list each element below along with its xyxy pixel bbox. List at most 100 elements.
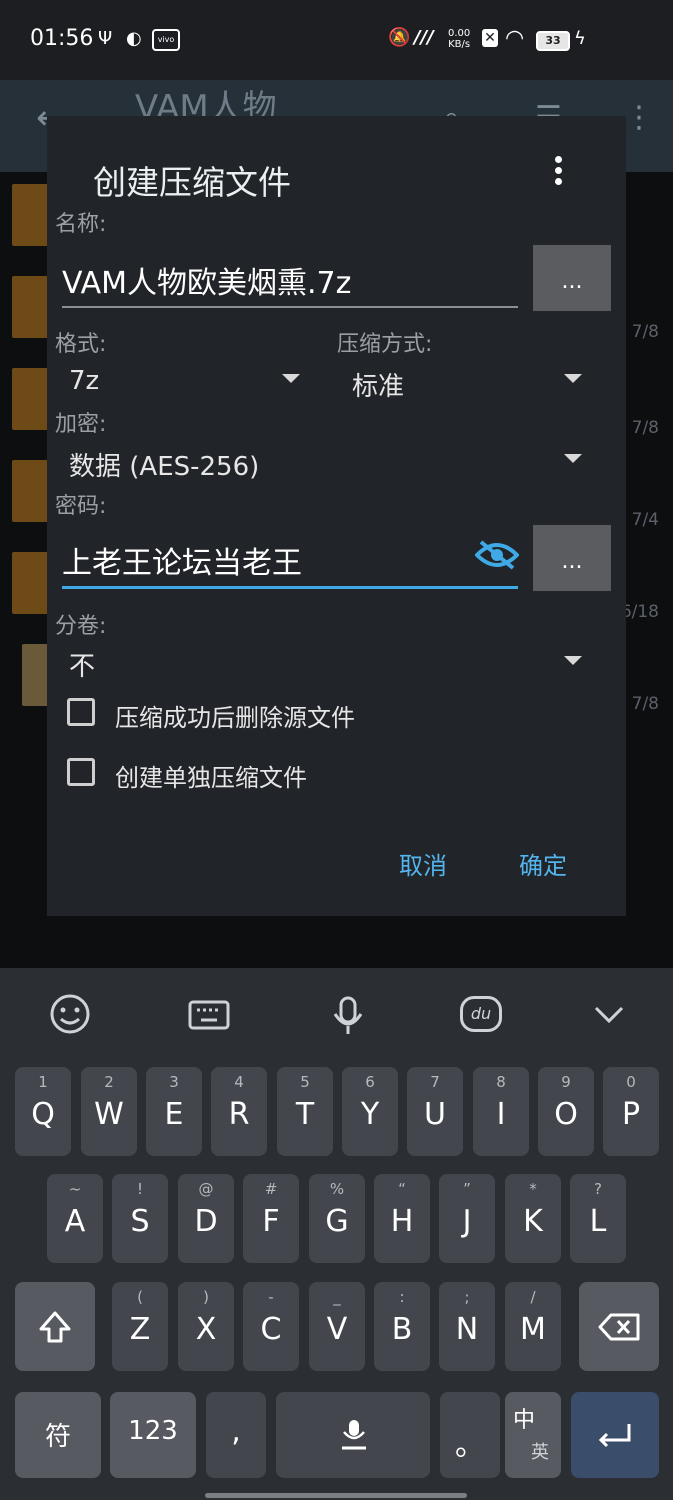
keyboard-icon[interactable] bbox=[187, 990, 231, 1038]
separate-archive-checkbox[interactable] bbox=[67, 758, 95, 786]
key-d[interactable]: @ D bbox=[178, 1174, 234, 1263]
key-o[interactable]: 9O bbox=[538, 1067, 594, 1156]
numbers-key[interactable]: 123 bbox=[110, 1392, 196, 1478]
backspace-key[interactable] bbox=[579, 1282, 659, 1371]
dialog-title: 创建压缩文件 bbox=[93, 163, 291, 202]
format-dropdown-arrow-icon[interactable] bbox=[282, 374, 300, 383]
comma-key[interactable]: , bbox=[206, 1392, 266, 1478]
delete-source-label: 压缩成功后删除源文件 bbox=[115, 704, 355, 732]
key-w[interactable]: 2W bbox=[81, 1067, 137, 1156]
folder-icon bbox=[12, 368, 50, 430]
vivo-icon: vivo bbox=[152, 29, 180, 51]
soft-keyboard: du 1Q 2W 3E 4R 5T 6Y 7U 8I 9O 0P ~ A ! S @… bbox=[0, 968, 673, 1500]
list-item-date: 7/8 bbox=[631, 322, 659, 342]
more-vert-icon: ⋮ bbox=[624, 100, 654, 135]
key-p[interactable]: 0P bbox=[603, 1067, 659, 1156]
wifi-icon: ◠ bbox=[505, 26, 525, 51]
list-item-date: 7/8 bbox=[631, 418, 659, 438]
archive-name-field[interactable]: VAM人物欧美烟熏.7z bbox=[62, 258, 518, 308]
net-speed-unit: KB/s bbox=[448, 39, 471, 50]
key-s[interactable]: ! S bbox=[112, 1174, 168, 1263]
usb-icon: Ψ bbox=[98, 28, 113, 49]
status-time: 01:56 bbox=[30, 26, 94, 51]
key-q[interactable]: 1Q bbox=[15, 1067, 71, 1156]
more-options-icon[interactable] bbox=[543, 152, 573, 192]
space-key[interactable] bbox=[276, 1392, 430, 1478]
list-item-date: 6/18 bbox=[620, 602, 659, 622]
key-i[interactable]: 8I bbox=[473, 1067, 529, 1156]
key-z[interactable]: (Z bbox=[112, 1282, 168, 1371]
emoji-icon[interactable] bbox=[48, 990, 92, 1038]
password-field[interactable]: 上老王论坛当老王 bbox=[62, 538, 518, 589]
signal-bars-icon: /// bbox=[414, 27, 434, 48]
encryption-label: 加密: bbox=[55, 412, 107, 437]
chevron-down-icon[interactable] bbox=[592, 990, 626, 1038]
symbols-key[interactable]: 符 bbox=[15, 1392, 101, 1478]
lang-en-label: 英 bbox=[531, 1442, 549, 1463]
backspace-icon bbox=[598, 1313, 640, 1341]
folder-icon bbox=[12, 460, 50, 522]
method-dropdown-arrow-icon[interactable] bbox=[564, 374, 582, 383]
key-x[interactable]: ) X bbox=[178, 1282, 234, 1371]
encryption-select[interactable]: 数据 (AES-256) bbox=[69, 446, 259, 483]
list-item-date: 7/4 bbox=[631, 510, 659, 530]
status-bar: 01:56 Ψ ◐ vivo 🔕 /// 0.00 KB/s ✕ ◠ 33 ϟ bbox=[0, 0, 673, 80]
mute-icon: 🔕 bbox=[388, 27, 411, 48]
compression-method-select[interactable]: 标准 bbox=[352, 366, 404, 403]
shift-key[interactable] bbox=[15, 1282, 95, 1371]
charging-icon: ϟ bbox=[574, 28, 586, 49]
enter-icon bbox=[598, 1424, 631, 1448]
key-t[interactable]: 5T bbox=[277, 1067, 333, 1156]
key-h[interactable]: “H bbox=[374, 1174, 430, 1263]
list-item-date: 7/8 bbox=[631, 694, 659, 714]
name-label: 名称: bbox=[55, 212, 107, 237]
key-y[interactable]: 6Y bbox=[342, 1067, 398, 1156]
browse-path-button[interactable]: ... bbox=[533, 245, 611, 311]
password-label: 密码: bbox=[55, 494, 107, 519]
password-options-button[interactable]: ... bbox=[533, 525, 611, 591]
mic-icon[interactable] bbox=[330, 990, 366, 1038]
folder-icon bbox=[12, 552, 50, 614]
delete-source-checkbox[interactable] bbox=[67, 698, 95, 726]
space-mic-icon bbox=[342, 1420, 366, 1450]
language-switch-key[interactable]: 中 英 bbox=[505, 1392, 561, 1478]
separate-archive-label: 创建单独压缩文件 bbox=[115, 764, 307, 792]
method-label: 压缩方式: bbox=[337, 332, 433, 357]
battery-icon: 33 bbox=[536, 31, 570, 51]
folder-icon bbox=[12, 184, 50, 246]
gesture-navigation-bar[interactable] bbox=[205, 1493, 467, 1498]
key-l[interactable]: ? L bbox=[570, 1174, 626, 1263]
format-select[interactable]: 7z bbox=[69, 366, 99, 396]
app-notification-icon: ◐ bbox=[126, 28, 142, 49]
key-r[interactable]: 4R bbox=[211, 1067, 267, 1156]
shift-arrow-icon bbox=[39, 1311, 71, 1343]
split-label: 分卷: bbox=[55, 614, 107, 639]
encryption-dropdown-arrow-icon[interactable] bbox=[564, 454, 582, 463]
key-f[interactable]: # F bbox=[243, 1174, 299, 1263]
format-label: 格式: bbox=[55, 332, 107, 357]
key-v[interactable]: _ V bbox=[309, 1282, 365, 1371]
show-password-eye-icon[interactable] bbox=[475, 540, 519, 570]
net-speed-value: 0.00 bbox=[448, 28, 471, 39]
create-archive-dialog: 创建压缩文件 名称: VAM人物欧美烟熏.7z ... 格式: 7z 压缩方式:… bbox=[47, 116, 626, 916]
du-icon[interactable]: du bbox=[460, 996, 502, 1032]
key-j[interactable]: ” J bbox=[439, 1174, 495, 1263]
key-a[interactable]: ~ A bbox=[47, 1174, 103, 1263]
split-dropdown-arrow-icon[interactable] bbox=[564, 656, 582, 665]
key-k[interactable]: * K bbox=[505, 1174, 561, 1263]
key-c[interactable]: -C bbox=[243, 1282, 299, 1371]
key-u[interactable]: 7U bbox=[407, 1067, 463, 1156]
lang-cn-label: 中 bbox=[513, 1408, 536, 1433]
ok-button[interactable]: 确定 bbox=[519, 846, 567, 881]
split-volume-select[interactable]: 不 bbox=[69, 646, 95, 683]
net-speed: 0.00 KB/s bbox=[448, 28, 470, 50]
key-m[interactable]: / M bbox=[505, 1282, 561, 1371]
key-n[interactable]: ; N bbox=[439, 1282, 495, 1371]
period-key[interactable]: 。 bbox=[440, 1392, 500, 1478]
enter-key[interactable] bbox=[571, 1392, 659, 1478]
key-b[interactable]: :B bbox=[374, 1282, 430, 1371]
cancel-button[interactable]: 取消 bbox=[399, 846, 447, 881]
folder-icon bbox=[12, 276, 50, 338]
key-e[interactable]: 3E bbox=[146, 1067, 202, 1156]
key-g[interactable]: % G bbox=[309, 1174, 365, 1263]
